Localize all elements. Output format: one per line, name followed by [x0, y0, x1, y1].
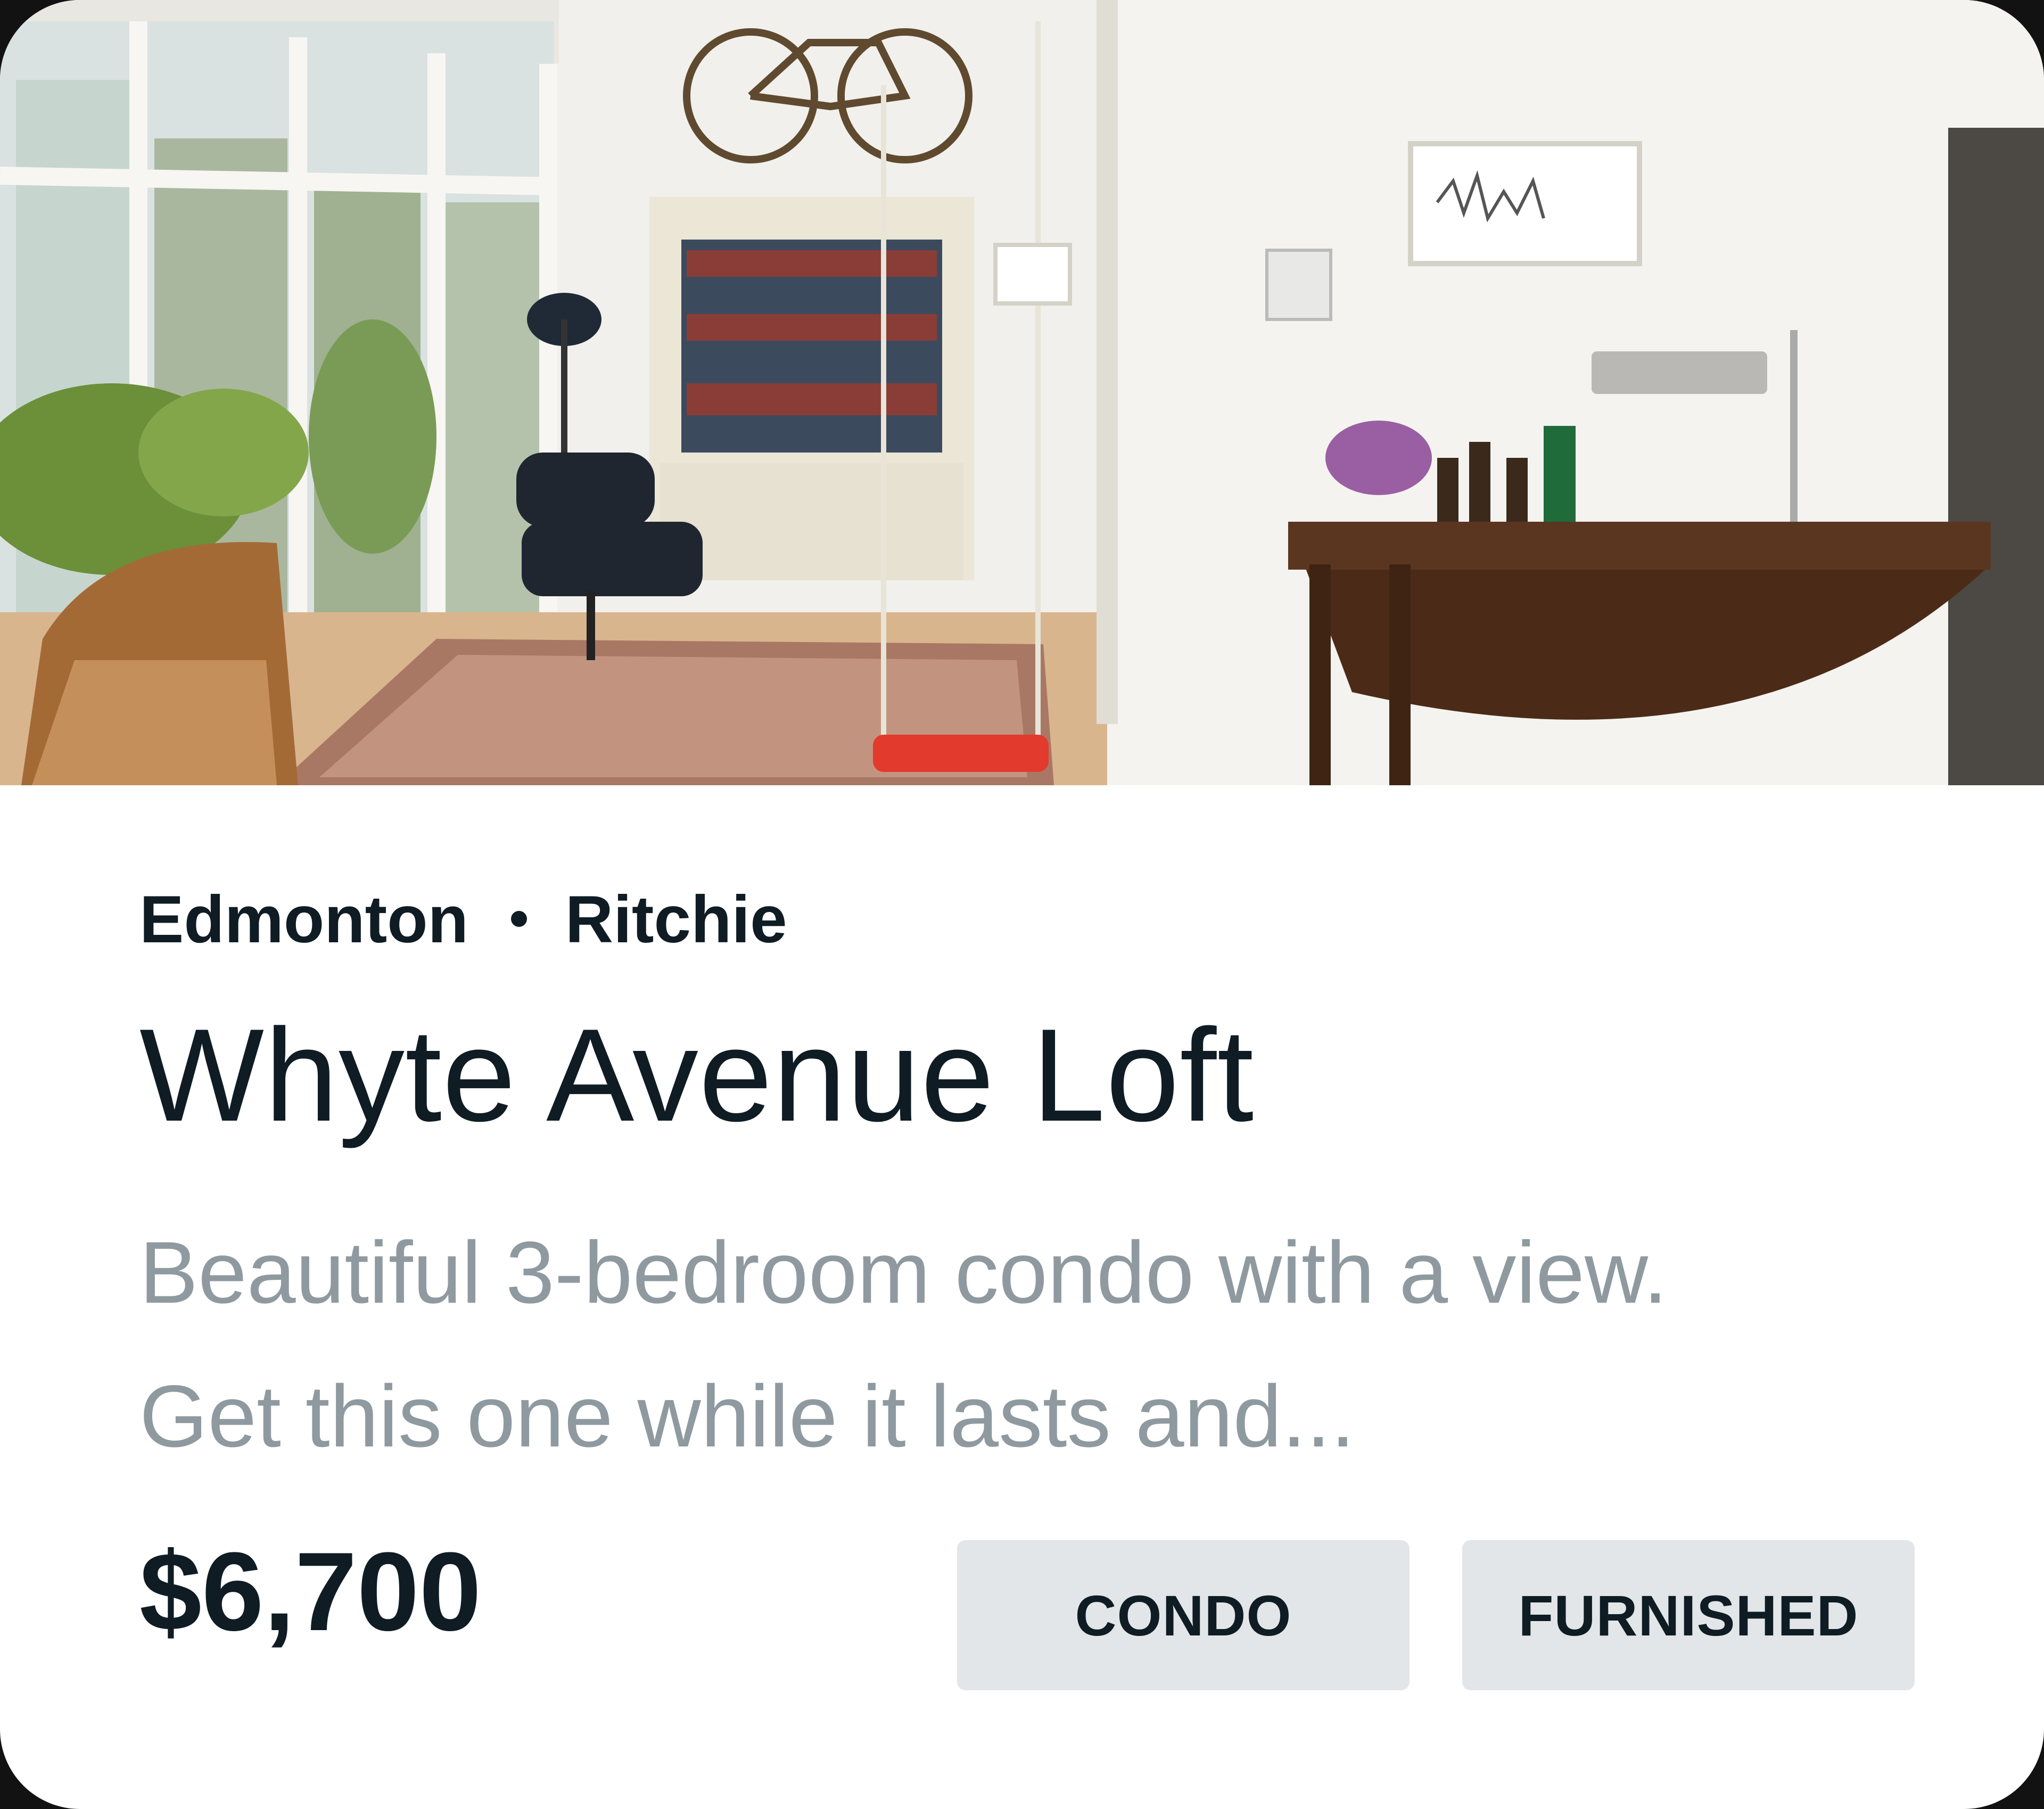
separator-dot-icon	[510, 910, 527, 927]
listing-photo[interactable]	[0, 0, 2044, 785]
living-room-photo	[0, 0, 2044, 785]
listing-price: $6,700	[139, 1529, 482, 1654]
tag-furnished[interactable]: FURNISHED	[1462, 1540, 1915, 1690]
city-label: Edmonton	[139, 883, 468, 957]
tag-condo[interactable]: CONDO	[957, 1540, 1410, 1690]
description-line-2: Get this one while it lasts and...	[139, 1367, 1355, 1465]
listing-card[interactable]: Edmonton Ritchie Whyte Avenue Loft Beaut…	[0, 0, 2044, 1809]
listing-details: Edmonton Ritchie Whyte Avenue Loft Beaut…	[139, 785, 1915, 1809]
listing-title: Whyte Avenue Loft	[139, 1001, 1255, 1149]
neighborhood-label: Ritchie	[565, 883, 787, 957]
description-line-1: Beautiful 3-bedroom condo with a view.	[139, 1223, 1668, 1321]
listing-description: Beautiful 3-bedroom condo with a view. G…	[139, 1200, 1668, 1488]
location-breadcrumb: Edmonton Ritchie	[139, 886, 787, 953]
